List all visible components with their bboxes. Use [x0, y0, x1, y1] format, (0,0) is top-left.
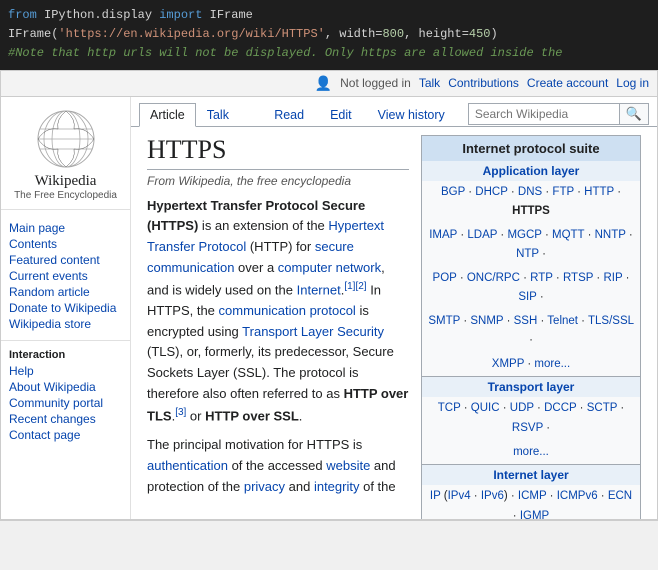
- sidebar-item-contents[interactable]: Contents: [9, 236, 122, 252]
- dhcp-link[interactable]: DHCP: [475, 186, 507, 198]
- search-box-container: 🔍: [468, 103, 649, 125]
- website-link[interactable]: website: [326, 458, 370, 473]
- sidebar-item-store[interactable]: Wikipedia store: [9, 316, 122, 332]
- infobox-header-transport[interactable]: Transport layer: [422, 377, 640, 397]
- sidebar-wordmark: Wikipedia: [9, 173, 122, 190]
- article-body: Hypertext Transfer Protocol Secure (HTTP…: [147, 196, 409, 498]
- infobox-transport-row-1: TCP · QUIC · UDP · DCCP · SCTP · RSVP ·: [422, 397, 640, 440]
- transport-more-link[interactable]: more...: [513, 446, 549, 458]
- code-width: 800: [382, 27, 404, 41]
- article-text: HTTPS From Wikipedia, the free encyclope…: [147, 135, 409, 519]
- tab-read[interactable]: Read: [263, 103, 315, 127]
- dns-link[interactable]: DNS: [518, 186, 542, 198]
- ref-1: [1]: [344, 281, 355, 292]
- article-paragraph-1: Hypertext Transfer Protocol Secure (HTTP…: [147, 196, 409, 427]
- tab-edit[interactable]: Edit: [319, 103, 363, 127]
- sidebar-interaction-section: Interaction Help About Wikipedia Communi…: [1, 345, 130, 447]
- sidebar-item-current-events[interactable]: Current events: [9, 268, 122, 284]
- infobox-app-row-3: POP · ONC/RPC · RTP · RTSP · RIP · SIP ·: [422, 267, 640, 310]
- sidebar-item-recent[interactable]: Recent changes: [9, 411, 122, 427]
- main-content: Article Talk Read Edit View history 🔍 HT…: [131, 97, 657, 519]
- infobox-title: Internet protocol suite: [422, 136, 640, 161]
- search-input[interactable]: [469, 105, 619, 123]
- sidebar: Wikipedia The Free Encyclopedia Main pag…: [1, 97, 131, 519]
- ref-2: [2]: [355, 281, 366, 292]
- code-import: import: [159, 8, 202, 22]
- bgp-link[interactable]: BGP: [441, 186, 465, 198]
- tabs-right: Read Edit View history 🔍: [263, 103, 649, 126]
- internet-link[interactable]: Internet: [297, 282, 341, 297]
- ftp-link[interactable]: FTP: [552, 186, 574, 198]
- sidebar-logo: Wikipedia The Free Encyclopedia: [1, 105, 130, 210]
- sidebar-item-donate[interactable]: Donate to Wikipedia: [9, 300, 122, 316]
- code-block: from IPython.display import IFrame IFram…: [0, 0, 658, 70]
- sidebar-interaction-title: Interaction: [9, 349, 122, 361]
- article-area: HTTPS From Wikipedia, the free encyclope…: [131, 127, 657, 519]
- bottom-bar: [0, 520, 658, 570]
- sidebar-item-community[interactable]: Community portal: [9, 395, 122, 411]
- article-subtitle: From Wikipedia, the free encyclopedia: [147, 174, 409, 188]
- sidebar-item-about[interactable]: About Wikipedia: [9, 379, 122, 395]
- create-account-link[interactable]: Create account: [527, 76, 608, 90]
- tls-link[interactable]: Transport Layer Security: [242, 324, 384, 339]
- sidebar-item-contact[interactable]: Contact page: [9, 427, 122, 443]
- integrity-link[interactable]: integrity: [314, 479, 360, 494]
- infobox-app-row-2: IMAP · LDAP · MGCP · MQTT · NNTP · NTP ·: [422, 224, 640, 267]
- infobox-app-row-5: XMPP · more...: [422, 353, 640, 377]
- infobox-header-internet[interactable]: Internet layer: [422, 465, 640, 485]
- browser-area: 👤 Not logged in Talk Contributions Creat…: [0, 70, 658, 520]
- app-more-link[interactable]: more...: [534, 358, 570, 370]
- tabs-row: Article Talk Read Edit View history 🔍: [131, 97, 657, 127]
- top-bar: 👤 Not logged in Talk Contributions Creat…: [1, 71, 657, 97]
- ref-3: [3]: [175, 407, 186, 418]
- tab-view-history[interactable]: View history: [367, 103, 456, 127]
- sidebar-nav-section: Main page Contents Featured content Curr…: [1, 216, 130, 336]
- code-from: from: [8, 8, 37, 22]
- article-title: HTTPS: [147, 135, 409, 170]
- sidebar-item-random[interactable]: Random article: [9, 284, 122, 300]
- contributions-link[interactable]: Contributions: [448, 76, 519, 90]
- infobox-transport-row-2: more...: [422, 441, 640, 465]
- sidebar-separator: [1, 340, 130, 341]
- infobox-internet-row-1: IP (IPv4 · IPv6) · ICMP · ICMPv6 · ECN ·…: [422, 485, 640, 518]
- sidebar-item-help[interactable]: Help: [9, 363, 122, 379]
- infobox-app-row-4: SMTP · SNMP · SSH · Telnet · TLS/SSL ·: [422, 310, 640, 353]
- computer-network-link[interactable]: computer network: [278, 260, 381, 275]
- not-logged-in: Not logged in: [340, 76, 411, 90]
- https-bold: HTTPS: [512, 205, 550, 217]
- search-button[interactable]: 🔍: [619, 104, 648, 124]
- article-paragraph-2: The principal motivation for HTTPS is au…: [147, 435, 409, 497]
- tab-talk[interactable]: Talk: [196, 103, 240, 127]
- code-height: 450: [469, 27, 491, 41]
- infobox-app-row-1: BGP · DHCP · DNS · FTP · HTTP · HTTPS: [422, 181, 640, 224]
- authentication-link[interactable]: authentication: [147, 458, 228, 473]
- tab-article[interactable]: Article: [139, 103, 196, 127]
- infobox-header-application[interactable]: Application layer: [422, 161, 640, 181]
- wiki-wrapper: Wikipedia The Free Encyclopedia Main pag…: [1, 97, 657, 519]
- infobox: Internet protocol suite Application laye…: [421, 135, 641, 519]
- wikipedia-globe-icon: [36, 109, 96, 169]
- sidebar-item-main-page[interactable]: Main page: [9, 220, 122, 236]
- code-url: 'https://en.wikipedia.org/wiki/HTTPS': [58, 27, 324, 41]
- sidebar-item-featured[interactable]: Featured content: [9, 252, 122, 268]
- log-in-link[interactable]: Log in: [616, 76, 649, 90]
- sidebar-tagline: The Free Encyclopedia: [9, 190, 122, 201]
- privacy-link[interactable]: privacy: [244, 479, 285, 494]
- user-icon: 👤: [315, 75, 332, 92]
- code-comment: #Note that http urls will not be display…: [8, 46, 563, 60]
- comm-protocol-link[interactable]: communication protocol: [219, 303, 356, 318]
- talk-link[interactable]: Talk: [419, 76, 440, 90]
- http-link[interactable]: HTTP: [584, 186, 614, 198]
